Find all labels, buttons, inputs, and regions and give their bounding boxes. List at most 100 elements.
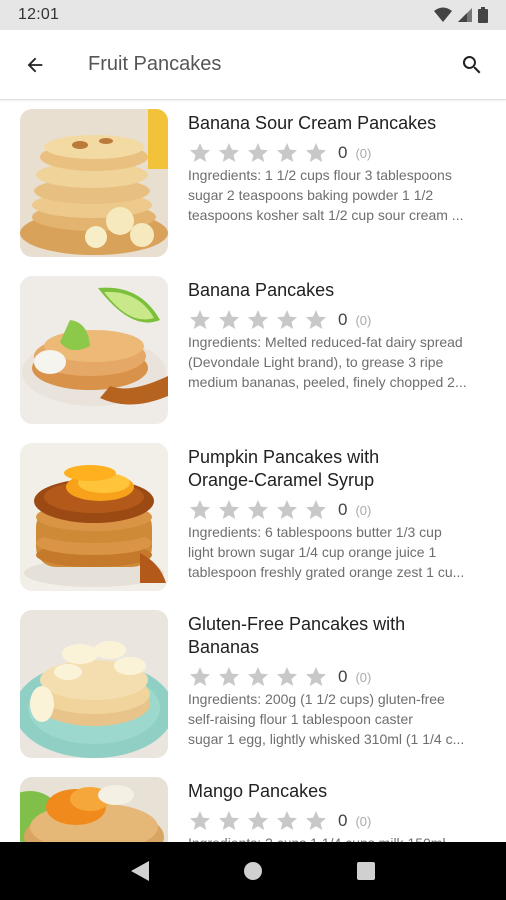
rating-value: 0	[338, 143, 348, 162]
star-icon[interactable]	[246, 498, 270, 522]
back-button[interactable]	[0, 30, 70, 100]
status-bar: 12:01	[0, 0, 506, 30]
rating-count: (0)	[355, 669, 372, 685]
cell-signal-icon	[458, 8, 472, 22]
recipe-list-item[interactable]: Gluten-Free Pancakes with Bananas 0 (0) …	[0, 602, 506, 769]
ingredients-line: Ingredients: 200g (1 1/2 cups) gluten-fr…	[188, 691, 445, 707]
ingredients-line: Ingredients: 2 cups 1 1/4 cups milk 150m…	[188, 833, 498, 842]
battery-icon	[478, 7, 488, 23]
star-icon[interactable]	[304, 141, 328, 165]
recipe-list[interactable]: Banana Sour Cream Pancakes 0 (0) Ingredi…	[0, 101, 506, 842]
ingredients-line: medium bananas, peeled, finely chopped 2…	[188, 374, 467, 390]
star-icon[interactable]	[304, 809, 328, 833]
recipe-title[interactable]: Gluten-Free Pancakes with Bananas	[188, 613, 494, 659]
recipe-title-line: Gluten-Free Pancakes with	[188, 614, 406, 634]
rating-value: 0	[338, 667, 348, 686]
system-nav-bar	[0, 842, 506, 900]
rating-count: (0)	[355, 813, 372, 829]
star-icon[interactable]	[246, 308, 270, 332]
recipe-title[interactable]: Pumpkin Pancakes with Orange-Caramel Syr…	[188, 446, 494, 492]
recipe-thumbnail	[20, 610, 168, 758]
ingredients-line: self-raising flour 1 tablespoon caster	[188, 711, 413, 727]
ingredients-line: Ingredients: 1 1/2 cups flour 3 tablespo…	[188, 167, 452, 183]
recipe-list-item[interactable]: Banana Pancakes 0 (0) Ingredients: Melte…	[0, 268, 506, 435]
recipe-list-item[interactable]: Pumpkin Pancakes with Orange-Caramel Syr…	[0, 435, 506, 602]
rating-count: (0)	[355, 312, 372, 328]
rating-value: 0	[338, 811, 348, 830]
recipe-title[interactable]: Mango Pancakes	[188, 780, 494, 803]
recipe-ingredients: Ingredients: 2 cups 1 1/4 cups milk 150m…	[188, 833, 498, 842]
nav-home-button[interactable]	[233, 851, 273, 891]
star-icon[interactable]	[246, 665, 270, 689]
rating-count: (0)	[355, 145, 372, 161]
recipe-rating: 0 (0)	[188, 308, 371, 332]
recipe-thumbnail	[20, 109, 168, 257]
star-icon[interactable]	[304, 308, 328, 332]
star-icon[interactable]	[217, 498, 241, 522]
star-icon[interactable]	[188, 498, 212, 522]
recipe-ingredients: Ingredients: 1 1/2 cups flour 3 tablespo…	[188, 165, 498, 225]
star-icon[interactable]	[275, 665, 299, 689]
status-time: 12:01	[18, 6, 60, 23]
star-rating[interactable]	[188, 498, 328, 522]
star-icon[interactable]	[304, 665, 328, 689]
star-icon[interactable]	[275, 809, 299, 833]
recipe-rating: 0 (0)	[188, 665, 371, 689]
recipe-list-item[interactable]: Banana Sour Cream Pancakes 0 (0) Ingredi…	[0, 101, 506, 268]
recipe-thumbnail	[20, 443, 168, 591]
star-icon[interactable]	[275, 498, 299, 522]
star-rating[interactable]	[188, 308, 328, 332]
star-icon[interactable]	[217, 809, 241, 833]
star-rating[interactable]	[188, 141, 328, 165]
recipe-ingredients: Ingredients: 200g (1 1/2 cups) gluten-fr…	[188, 689, 498, 749]
recipe-title[interactable]: Banana Sour Cream Pancakes	[188, 112, 494, 135]
ingredients-line: sugar 1 egg, lightly whisked 310ml (1 1/…	[188, 731, 465, 747]
rating-value: 0	[338, 310, 348, 329]
star-icon[interactable]	[304, 498, 328, 522]
ingredients-line: (Devondale Light brand), to grease 3 rip…	[188, 354, 444, 370]
star-icon[interactable]	[246, 809, 270, 833]
star-icon[interactable]	[246, 141, 270, 165]
status-icons	[434, 7, 488, 23]
star-rating[interactable]	[188, 665, 328, 689]
arrow-back-icon	[27, 57, 43, 72]
nav-recents-button[interactable]	[346, 851, 386, 891]
recipe-thumbnail	[20, 777, 168, 842]
ingredients-line: teaspoons kosher salt 1/2 cup sour cream…	[188, 207, 464, 223]
recipe-ingredients: Ingredients: 6 tablespoons butter 1/3 cu…	[188, 522, 498, 582]
search-button[interactable]	[442, 30, 502, 100]
star-icon[interactable]	[275, 308, 299, 332]
recipe-list-item[interactable]: Mango Pancakes 0 (0) Ingredients: 2 cups…	[0, 769, 506, 842]
star-icon[interactable]	[188, 809, 212, 833]
recipe-title-line: Orange-Caramel Syrup	[188, 470, 375, 490]
recipe-title[interactable]: Banana Pancakes	[188, 279, 494, 302]
search-icon	[462, 55, 481, 73]
recipe-thumbnail	[20, 276, 168, 424]
ingredients-line: light brown sugar 1/4 cup orange juice 1	[188, 544, 437, 560]
star-icon[interactable]	[217, 141, 241, 165]
triangle-back-icon	[131, 861, 150, 881]
star-icon[interactable]	[188, 665, 212, 689]
square-recents-icon	[356, 862, 375, 880]
rating-count: (0)	[355, 502, 372, 518]
ingredients-line: sugar 2 teaspoons baking powder 1 1/2	[188, 187, 434, 203]
recipe-rating: 0 (0)	[188, 141, 371, 165]
star-icon[interactable]	[188, 308, 212, 332]
ingredients-line: Ingredients: 6 tablespoons butter 1/3 cu…	[188, 524, 442, 540]
ingredients-line: Ingredients: Melted reduced-fat dairy sp…	[188, 334, 463, 350]
ingredients-line: tablespoon freshly grated orange zest 1 …	[188, 564, 465, 580]
star-icon[interactable]	[217, 665, 241, 689]
recipe-rating: 0 (0)	[188, 498, 371, 522]
star-icon[interactable]	[275, 141, 299, 165]
recipe-title-line: Pumpkin Pancakes with	[188, 447, 380, 467]
star-rating[interactable]	[188, 809, 328, 833]
recipe-rating: 0 (0)	[188, 809, 371, 833]
star-icon[interactable]	[188, 141, 212, 165]
page-title: Fruit Pancakes	[88, 53, 222, 75]
wifi-icon	[434, 7, 452, 22]
star-icon[interactable]	[217, 308, 241, 332]
recipe-title-line: Bananas	[188, 637, 260, 657]
nav-back-button[interactable]	[120, 851, 160, 891]
circle-home-icon	[243, 862, 262, 880]
rating-value: 0	[338, 500, 348, 519]
